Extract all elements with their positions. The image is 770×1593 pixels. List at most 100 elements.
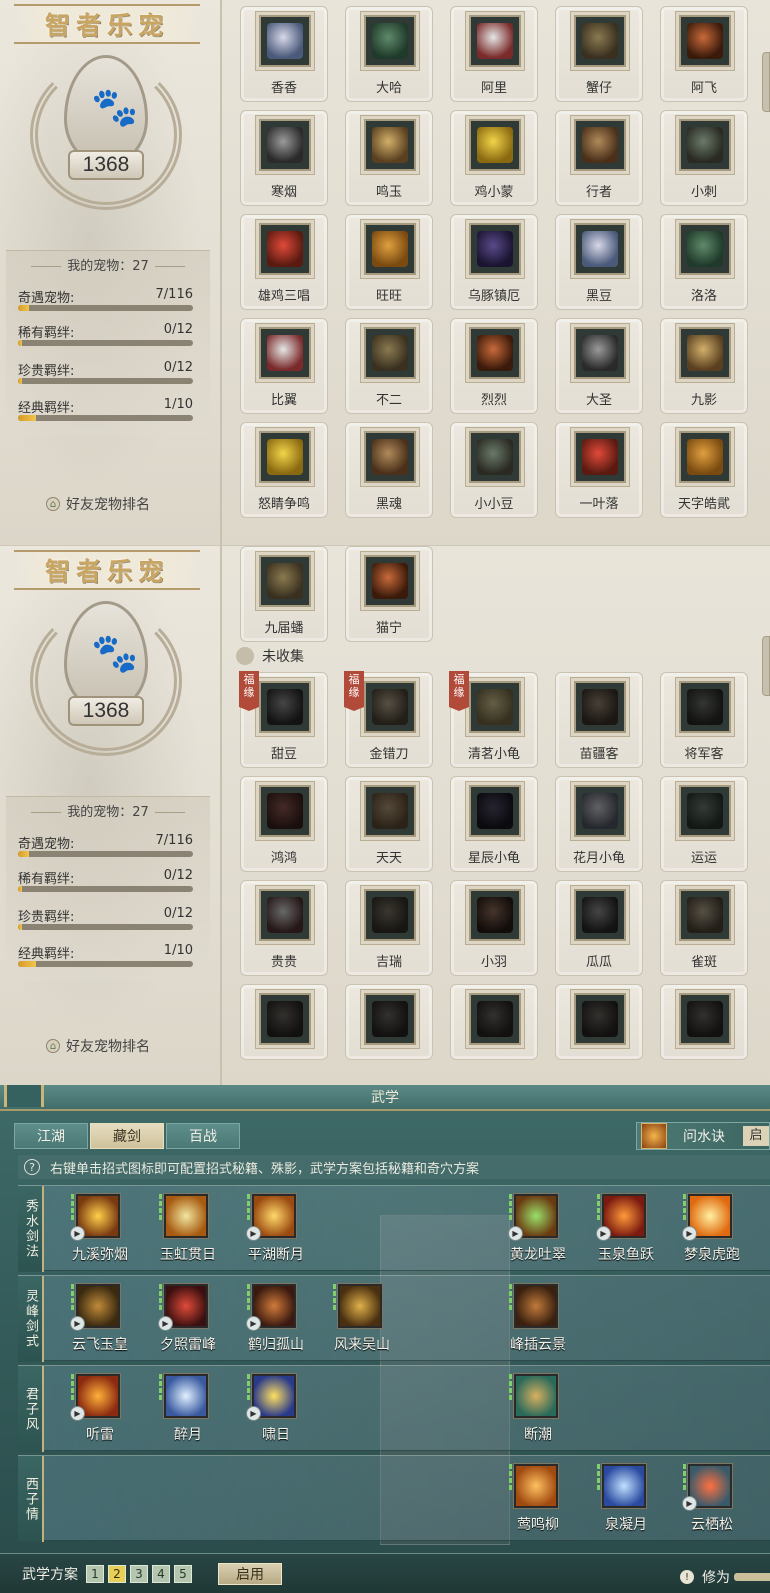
- plan-button-1[interactable]: 1: [86, 1564, 104, 1583]
- pet-card[interactable]: 烈烈: [450, 318, 538, 414]
- skill-slot[interactable]: 断潮: [498, 1366, 578, 1452]
- play-icon[interactable]: ▶: [246, 1316, 261, 1331]
- pet-card[interactable]: [345, 984, 433, 1060]
- pet-card[interactable]: 怒睛争鸣: [240, 422, 328, 518]
- skill-icon[interactable]: [514, 1284, 558, 1328]
- pet-card[interactable]: 小刺: [660, 110, 748, 206]
- play-icon[interactable]: ▶: [70, 1226, 85, 1241]
- pet-card[interactable]: 乌豚镇厄: [450, 214, 538, 310]
- pet-card[interactable]: 雀斑: [660, 880, 748, 976]
- skill-slot[interactable]: ▶ 梦泉虎跑: [672, 1186, 752, 1272]
- pet-card[interactable]: 比翼: [240, 318, 328, 414]
- pet-card[interactable]: 大哈: [345, 6, 433, 102]
- tab-jianghu[interactable]: 江湖: [14, 1123, 88, 1149]
- pet-card[interactable]: 一叶落: [555, 422, 643, 518]
- pet-card[interactable]: 小羽: [450, 880, 538, 976]
- pet-card[interactable]: 瓜瓜: [555, 880, 643, 976]
- plan-button-5[interactable]: 5: [174, 1564, 192, 1583]
- martial-tabs: 江湖 藏剑 百战: [14, 1123, 242, 1149]
- stat-name: 经典羁绊:: [18, 401, 75, 416]
- pet-card[interactable]: 天字皓貮: [660, 422, 748, 518]
- skill-slot[interactable]: 莺鸣柳: [498, 1456, 578, 1542]
- pet-card[interactable]: 贵贵: [240, 880, 328, 976]
- pet-card[interactable]: 猫宁: [345, 546, 433, 642]
- pet-card[interactable]: 蟹仔: [555, 6, 643, 102]
- pet-card[interactable]: 寒烟: [240, 110, 328, 206]
- play-icon[interactable]: ▶: [682, 1226, 697, 1241]
- pet-card[interactable]: 天天: [345, 776, 433, 872]
- skill-slot[interactable]: 风来吴山: [322, 1276, 402, 1362]
- play-icon[interactable]: ▶: [246, 1406, 261, 1421]
- play-icon[interactable]: ▶: [70, 1316, 85, 1331]
- skill-slot[interactable]: 峰插云景: [498, 1276, 578, 1362]
- pet-card[interactable]: [450, 984, 538, 1060]
- pet-card[interactable]: 九影: [660, 318, 748, 414]
- skill-slot[interactable]: ▶ 玉泉鱼跃: [586, 1186, 666, 1272]
- pet-card[interactable]: 洛洛: [660, 214, 748, 310]
- mind-method-selector[interactable]: 问水诀 启: [636, 1122, 770, 1150]
- pet-card[interactable]: 金错刀 福缘: [344, 671, 433, 768]
- pet-card[interactable]: [555, 984, 643, 1060]
- pet-card[interactable]: 鸡小蒙: [450, 110, 538, 206]
- play-icon[interactable]: ▶: [70, 1406, 85, 1421]
- pet-card[interactable]: 黑豆: [555, 214, 643, 310]
- play-icon[interactable]: ▶: [508, 1226, 523, 1241]
- skill-slot[interactable]: ▶ 夕照雷峰: [148, 1276, 228, 1362]
- pet-card[interactable]: 雄鸡三唱: [240, 214, 328, 310]
- pet-card[interactable]: 运运: [660, 776, 748, 872]
- pet-card[interactable]: 甜豆 福缘: [239, 671, 328, 768]
- skill-slot[interactable]: ▶ 云飞玉皇: [60, 1276, 140, 1362]
- pet-card[interactable]: 旺旺: [345, 214, 433, 310]
- play-icon[interactable]: ▶: [158, 1316, 173, 1331]
- pet-card[interactable]: 大圣: [555, 318, 643, 414]
- skill-slot[interactable]: ▶ 黄龙吐翠: [498, 1186, 578, 1272]
- mind-method-enable[interactable]: 启: [743, 1126, 769, 1146]
- pet-card[interactable]: [660, 984, 748, 1060]
- pet-card[interactable]: 小小豆: [450, 422, 538, 518]
- skill-icon[interactable]: [164, 1374, 208, 1418]
- plan-button-4[interactable]: 4: [152, 1564, 170, 1583]
- skill-slot[interactable]: 醉月: [148, 1366, 228, 1452]
- tab-cangjian[interactable]: 藏剑: [90, 1123, 164, 1149]
- pet-card[interactable]: 鸣玉: [345, 110, 433, 206]
- pet-card[interactable]: 阿里: [450, 6, 538, 102]
- skill-slot[interactable]: ▶ 啸日: [236, 1366, 316, 1452]
- pet-card[interactable]: 吉瑞: [345, 880, 433, 976]
- pet-card[interactable]: 将军客: [660, 672, 748, 768]
- pet-card[interactable]: 九届蟠: [240, 546, 328, 642]
- skill-slot[interactable]: ▶ 听雷: [60, 1366, 140, 1452]
- enable-button[interactable]: 启用: [218, 1562, 282, 1585]
- skill-slot[interactable]: ▶ 平湖断月: [236, 1186, 316, 1272]
- skill-slot[interactable]: ▶ 鹤归孤山: [236, 1276, 316, 1362]
- skill-icon[interactable]: [338, 1284, 382, 1328]
- pet-card[interactable]: 鸿鸿: [240, 776, 328, 872]
- pet-card[interactable]: 花月小龟: [555, 776, 643, 872]
- skill-slot[interactable]: ▶ 云栖松: [672, 1456, 752, 1542]
- play-icon[interactable]: ▶: [682, 1496, 697, 1511]
- pet-card[interactable]: 行者: [555, 110, 643, 206]
- pet-card[interactable]: 香香: [240, 6, 328, 102]
- skill-icon[interactable]: [514, 1464, 558, 1508]
- pet-card[interactable]: 星辰小龟: [450, 776, 538, 872]
- scroll-handle[interactable]: [762, 52, 770, 112]
- pet-card[interactable]: 苗疆客: [555, 672, 643, 768]
- pet-card[interactable]: 不二: [345, 318, 433, 414]
- tab-baizhan[interactable]: 百战: [166, 1123, 240, 1149]
- pet-card[interactable]: 阿飞: [660, 6, 748, 102]
- skill-icon[interactable]: [514, 1374, 558, 1418]
- friend-rank-link[interactable]: ⌂ 好友宠物排名: [46, 494, 150, 514]
- skill-icon[interactable]: [164, 1194, 208, 1238]
- play-icon[interactable]: ▶: [246, 1226, 261, 1241]
- friend-rank-link[interactable]: ⌂ 好友宠物排名: [46, 1036, 150, 1056]
- plan-button-2[interactable]: 2: [108, 1564, 126, 1583]
- skill-slot[interactable]: ▶ 九溪弥烟: [60, 1186, 140, 1272]
- pet-card[interactable]: [240, 984, 328, 1060]
- pet-card[interactable]: 清茗小龟 福缘: [449, 671, 538, 768]
- plan-button-3[interactable]: 3: [130, 1564, 148, 1583]
- play-icon[interactable]: ▶: [596, 1226, 611, 1241]
- pet-card[interactable]: 黑魂: [345, 422, 433, 518]
- scroll-handle[interactable]: [762, 636, 770, 696]
- skill-icon[interactable]: [602, 1464, 646, 1508]
- skill-slot[interactable]: 玉虹贯日: [148, 1186, 228, 1272]
- skill-slot[interactable]: 泉凝月: [586, 1456, 666, 1542]
